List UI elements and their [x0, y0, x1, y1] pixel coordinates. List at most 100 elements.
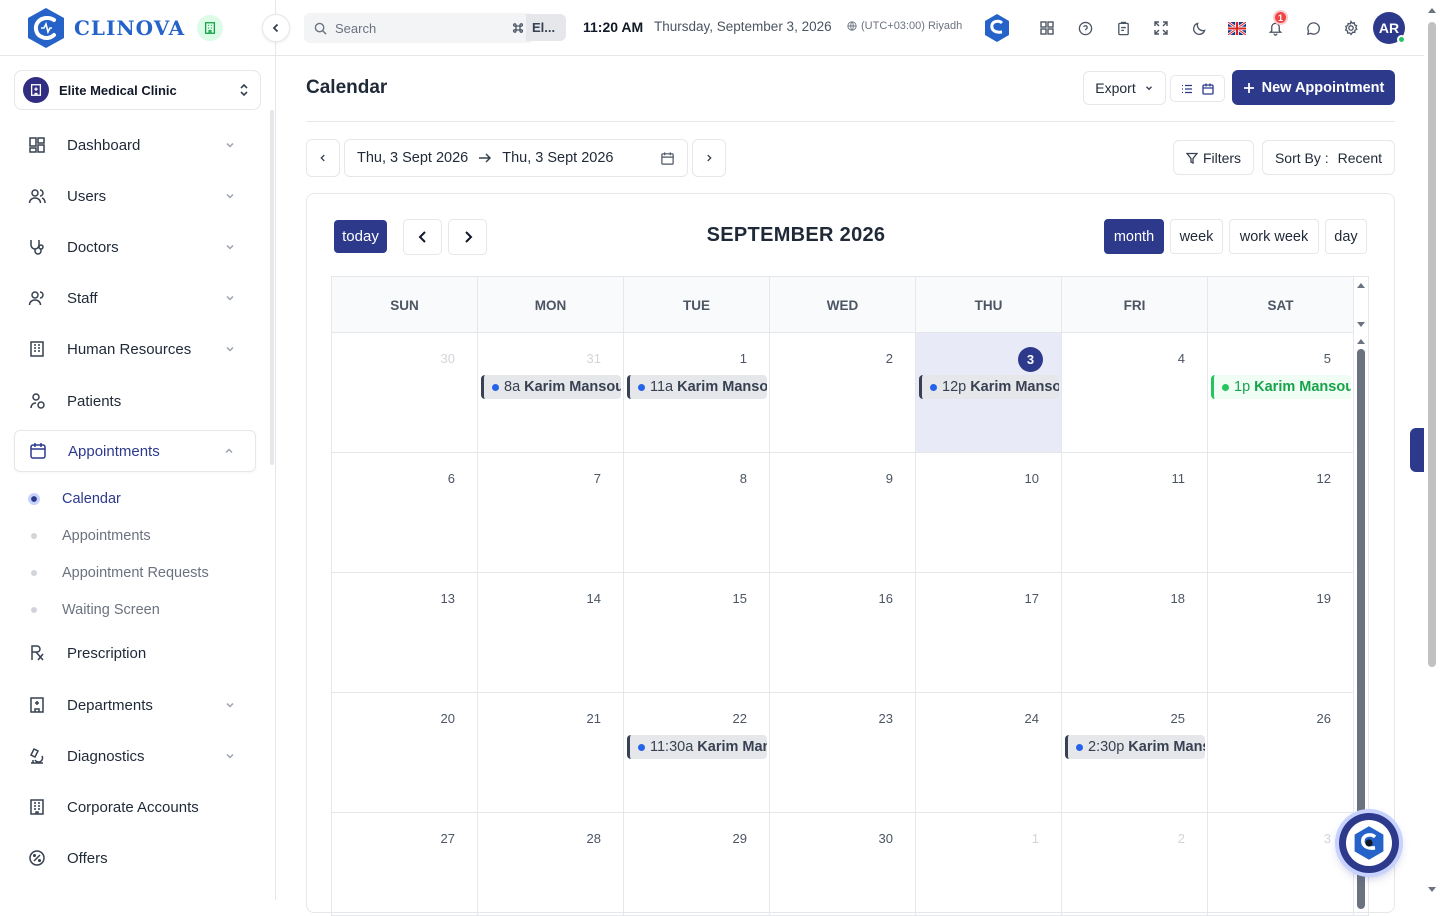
dark-mode-icon[interactable] — [1180, 10, 1218, 46]
range-prev-button[interactable] — [306, 139, 340, 177]
day-number[interactable]: 17 — [1025, 591, 1039, 606]
range-next-button[interactable] — [692, 139, 726, 177]
sidebar-item-doctors[interactable]: Doctors — [14, 226, 256, 268]
day-cell[interactable]: 1 — [916, 813, 1062, 915]
clipboard-icon[interactable] — [1104, 10, 1142, 46]
sidebar-item-human-resources[interactable]: Human Resources — [14, 328, 256, 370]
calendar-event[interactable]: 2:30pKarim Mansour — [1065, 735, 1205, 759]
day-number[interactable]: 22 — [733, 711, 747, 726]
day-number[interactable]: 31 — [587, 351, 601, 366]
day-number[interactable]: 5 — [1324, 351, 1331, 366]
day-number[interactable]: 28 — [587, 831, 601, 846]
day-cell[interactable]: 3 — [1208, 813, 1354, 915]
day-number[interactable]: 3 — [1018, 347, 1043, 372]
day-number[interactable]: 1 — [1032, 831, 1039, 846]
day-number[interactable]: 8 — [740, 471, 747, 486]
clinova-app-icon[interactable] — [982, 10, 1012, 46]
page-scroll-thumb[interactable] — [1428, 22, 1436, 667]
sidebar-item-patients[interactable]: Patients — [14, 380, 256, 422]
day-cell[interactable]: 18 — [1062, 573, 1208, 693]
calendar-view-icon[interactable] — [1202, 83, 1214, 95]
day-cell[interactable]: 2 — [1062, 813, 1208, 915]
day-number[interactable]: 2 — [1178, 831, 1185, 846]
day-number[interactable]: 2 — [886, 351, 893, 366]
chat-icon[interactable] — [1294, 10, 1332, 46]
view-day-button[interactable]: day — [1325, 219, 1367, 254]
view-month-button[interactable]: month — [1104, 219, 1164, 254]
settings-gear-icon[interactable] — [1332, 10, 1370, 46]
user-avatar[interactable]: AR — [1373, 12, 1406, 44]
sidebar-item-diagnostics[interactable]: Diagnostics — [14, 735, 256, 777]
filters-button[interactable]: Filters — [1173, 140, 1254, 175]
day-cell[interactable]: 10 — [916, 453, 1062, 573]
day-number[interactable]: 21 — [587, 711, 601, 726]
calendar-event[interactable]: 8a Karim Mansour — [481, 375, 621, 399]
calendar-event[interactable]: 11aKarim Mansour — [627, 375, 767, 399]
day-number[interactable]: 1 — [740, 351, 747, 366]
day-number[interactable]: 25 — [1171, 711, 1185, 726]
brand-logo[interactable]: CLINOVA — [24, 4, 224, 52]
day-cell[interactable]: 14 — [478, 573, 624, 693]
page-scrollbar[interactable] — [1424, 0, 1440, 900]
sidebar-item-corporate-accounts[interactable]: Corporate Accounts — [14, 786, 256, 828]
day-number[interactable]: 30 — [441, 351, 455, 366]
day-cell[interactable]: 8 — [624, 453, 770, 573]
list-view-icon[interactable] — [1181, 83, 1193, 95]
day-cell[interactable]: 31 8a Karim Mansour — [478, 333, 624, 453]
sidebar-scrollbar[interactable] — [270, 110, 274, 465]
day-cell[interactable]: 16 — [770, 573, 916, 693]
day-cell[interactable]: 30 — [770, 813, 916, 915]
sidebar-subitem-appointment-requests[interactable]: Appointment Requests — [28, 558, 209, 588]
day-cell[interactable]: 20 — [332, 693, 478, 813]
sidebar-item-offers[interactable]: Offers — [14, 837, 256, 879]
calendar-event[interactable]: 12pKarim Mansour — [919, 375, 1059, 399]
day-cell[interactable]: 17 — [916, 573, 1062, 693]
day-number[interactable]: 9 — [886, 471, 893, 486]
search-input[interactable]: Search — [304, 13, 534, 43]
day-cell[interactable]: 19 — [1208, 573, 1354, 693]
sidebar-item-prescription[interactable]: Prescription — [14, 632, 256, 674]
apps-grid-icon[interactable] — [1028, 10, 1066, 46]
sidebar-subitem-waiting-screen[interactable]: Waiting Screen — [28, 595, 160, 625]
day-cell[interactable]: 7 — [478, 453, 624, 573]
fullscreen-icon[interactable] — [1142, 10, 1180, 46]
day-cell[interactable]: 28 — [478, 813, 624, 915]
day-number[interactable]: 24 — [1025, 711, 1039, 726]
day-number[interactable]: 20 — [441, 711, 455, 726]
day-number[interactable]: 18 — [1171, 591, 1185, 606]
day-cell[interactable]: 11 — [1062, 453, 1208, 573]
day-number[interactable]: 27 — [441, 831, 455, 846]
calendar-prev-button[interactable] — [403, 219, 442, 255]
date-range-picker[interactable]: Thu, 3 Sept 2026 Thu, 3 Sept 2026 — [344, 139, 688, 177]
day-number[interactable]: 4 — [1178, 351, 1185, 366]
today-button[interactable]: today — [334, 220, 387, 253]
uk-flag-icon[interactable] — [1218, 10, 1256, 46]
export-dropdown[interactable]: Export — [1083, 71, 1166, 105]
view-work-week-button[interactable]: work week — [1229, 219, 1319, 254]
day-number[interactable]: 7 — [594, 471, 601, 486]
day-number[interactable]: 6 — [448, 471, 455, 486]
day-number[interactable]: 14 — [587, 591, 601, 606]
day-number[interactable]: 19 — [1317, 591, 1331, 606]
settings-drawer-tab[interactable] — [1410, 428, 1424, 472]
sidebar-item-appointments[interactable]: Appointments — [14, 430, 256, 472]
calendar-next-button[interactable] — [448, 219, 487, 255]
day-number[interactable]: 30 — [879, 831, 893, 846]
day-cell[interactable]: 26 — [1208, 693, 1354, 813]
calendar-event[interactable]: 11:30aKarim Mansour — [627, 735, 767, 759]
search-result-overflow[interactable]: El... — [526, 14, 566, 41]
day-cell[interactable]: 13 — [332, 573, 478, 693]
help-icon[interactable] — [1066, 10, 1104, 46]
assistant-chat-button[interactable] — [1339, 813, 1399, 873]
sidebar-item-dashboard[interactable]: Dashboard — [14, 124, 256, 166]
day-number[interactable]: 13 — [441, 591, 455, 606]
day-cell[interactable]: 24 — [916, 693, 1062, 813]
day-cell[interactable]: 25 2:30pKarim Mansour — [1062, 693, 1208, 813]
sidebar-subitem-calendar[interactable]: Calendar — [28, 484, 121, 514]
day-number[interactable]: 11 — [1172, 471, 1186, 486]
sidebar-item-staff[interactable]: Staff — [14, 277, 256, 319]
day-number[interactable]: 10 — [1025, 471, 1039, 486]
sidebar-item-users[interactable]: Users — [14, 175, 256, 217]
day-cell[interactable]: 9 — [770, 453, 916, 573]
sidebar-subitem-appointments[interactable]: Appointments — [28, 521, 151, 551]
